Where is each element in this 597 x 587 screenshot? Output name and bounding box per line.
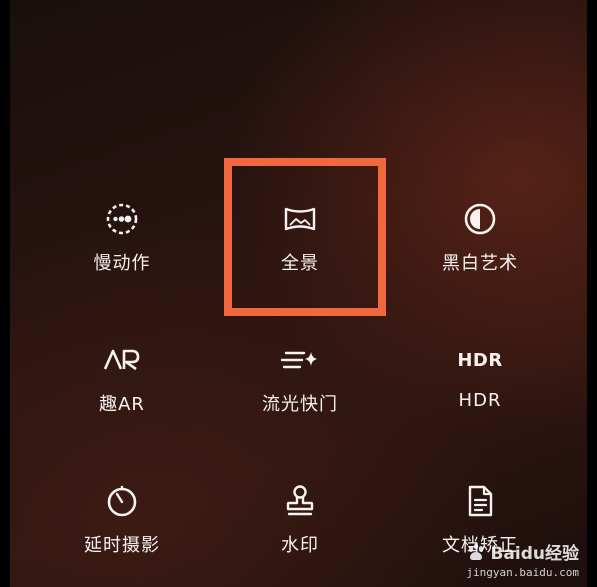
mode-watermark[interactable]: 水印 <box>220 481 380 587</box>
mode-label: 延时摄影 <box>84 535 160 556</box>
slow-motion-icon <box>102 199 142 239</box>
hdr-icon-text: HDR <box>457 349 503 371</box>
document-icon <box>460 481 500 521</box>
baidu-jingyan-watermark: Baidu经验 jingyan.baidu.com <box>466 539 579 579</box>
ar-icon <box>102 340 142 380</box>
mode-slow-motion[interactable]: 慢动作 <box>42 199 202 309</box>
camera-more-modes-screen: 慢动作 全景 黑白艺术 趣AR 流光快门 HDR HDR 延时摄影 水印 文档矫… <box>0 0 597 587</box>
right-border <box>587 0 597 587</box>
mode-monochrome[interactable]: 黑白艺术 <box>400 199 560 309</box>
mode-label: 全景 <box>281 253 319 274</box>
mode-ar[interactable]: 趣AR <box>42 340 202 450</box>
monochrome-icon <box>460 199 500 239</box>
mode-label: 黑白艺术 <box>442 253 518 274</box>
mode-time-lapse[interactable]: 延时摄影 <box>42 481 202 587</box>
hdr-icon: HDR <box>457 340 503 380</box>
mode-panorama[interactable]: 全景 <box>220 199 380 309</box>
mode-label: 趣AR <box>99 394 145 415</box>
light-painting-icon <box>280 340 320 380</box>
mode-hdr[interactable]: HDR HDR <box>400 340 560 450</box>
watermark-url: jingyan.baidu.com <box>466 566 579 579</box>
left-border <box>0 0 10 587</box>
mode-label: HDR <box>458 390 502 411</box>
watermark-brand-text: Baidu经验 <box>490 544 579 564</box>
time-lapse-icon <box>102 481 142 521</box>
mode-light-painting[interactable]: 流光快门 <box>220 340 380 450</box>
panorama-icon <box>280 199 320 239</box>
mode-label: 慢动作 <box>93 253 151 274</box>
paw-icon <box>469 543 484 560</box>
mode-label: 水印 <box>281 535 319 556</box>
mode-label: 流光快门 <box>262 394 338 415</box>
watermark-brand: Baidu经验 <box>466 539 579 564</box>
watermark-stamp-icon <box>280 481 320 521</box>
